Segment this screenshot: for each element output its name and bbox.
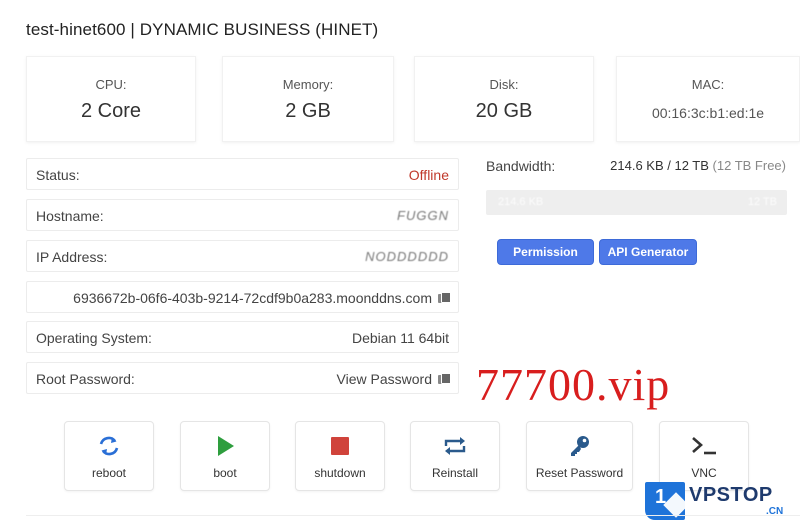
ip-label: IP Address: <box>36 249 108 265</box>
key-icon <box>527 434 632 458</box>
domain-row: 6936672b-06f6-403b-9214-72cdf9b0a283.moo… <box>26 281 459 313</box>
reinstall-label: Reinstall <box>431 466 479 480</box>
section-divider <box>26 515 800 523</box>
boot-button[interactable]: boot <box>180 421 270 491</box>
os-row: Operating System: Debian 11 64bit <box>26 321 459 353</box>
cpu-card: CPU: 2 Core <box>26 56 196 142</box>
status-row: Status: Offline <box>26 158 459 190</box>
status-label: Status: <box>36 167 80 183</box>
domain-value: 6936672b-06f6-403b-9214-72cdf9b0a283.moo… <box>73 290 451 306</box>
logo-text: VPSTOP <box>689 484 773 506</box>
reinstall-button[interactable]: Reinstall <box>410 421 500 491</box>
copy-icon[interactable] <box>438 292 451 304</box>
ip-row: IP Address: NODDDDDD <box>26 240 459 272</box>
bandwidth-bar-used: 214.6 KB <box>498 196 544 208</box>
os-value: Debian 11 64bit <box>351 330 449 346</box>
play-icon <box>181 434 269 458</box>
hostname-label: Hostname: <box>36 208 104 224</box>
mac-label: MAC: <box>691 77 725 92</box>
mac-card: MAC: 00:16:3c:b1:ed:1e <box>616 56 800 142</box>
root-password-row: Root Password: View Password <box>26 362 459 394</box>
reboot-icon <box>65 434 153 458</box>
status-badge: Offline <box>408 167 449 183</box>
page-title: test-hinet600 | DYNAMIC BUSINESS (HINET) <box>26 20 379 39</box>
watermark-text: 77700.vip <box>476 359 671 410</box>
reset-password-label: Reset Password <box>535 466 624 480</box>
boot-label: boot <box>213 466 237 480</box>
copy-icon[interactable] <box>438 373 451 385</box>
bandwidth-bar: 214.6 KB 12 TB <box>486 190 787 215</box>
memory-value: 2 GB <box>285 100 331 122</box>
shutdown-button[interactable]: shutdown <box>295 421 385 491</box>
api-generator-button[interactable]: API Generator <box>599 239 697 265</box>
disk-value: 20 GB <box>475 100 533 122</box>
shutdown-label: shutdown <box>314 466 366 480</box>
reset-password-button[interactable]: Reset Password <box>526 421 633 491</box>
bandwidth-used: 214.6 KB / 12 TB <box>610 158 709 173</box>
os-label: Operating System: <box>36 330 152 346</box>
permission-button[interactable]: Permission <box>497 239 594 265</box>
view-password-link[interactable]: View Password <box>337 371 451 387</box>
hostname-value: FUGGN <box>397 208 449 223</box>
domain-text: 6936672b-06f6-403b-9214-72cdf9b0a283.moo… <box>73 290 432 306</box>
reinstall-icon <box>411 434 499 458</box>
reboot-label: reboot <box>91 466 127 480</box>
bandwidth-value: 214.6 KB / 12 TB (12 TB Free) <box>610 158 786 173</box>
terminal-icon <box>660 434 748 458</box>
view-password-text[interactable]: View Password <box>337 371 432 387</box>
disk-label: Disk: <box>489 77 519 92</box>
bandwidth-label: Bandwidth: <box>486 158 556 174</box>
memory-label: Memory: <box>282 77 334 92</box>
stop-icon <box>296 434 384 458</box>
cpu-value: 2 Core <box>80 100 142 122</box>
hostname-row: Hostname: FUGGN <box>26 199 459 231</box>
ip-value: NODDDDDD <box>365 249 449 264</box>
vnc-label: VNC <box>691 466 717 480</box>
root-password-label: Root Password: <box>36 371 135 387</box>
memory-card: Memory: 2 GB <box>222 56 394 142</box>
stats-panel: CPU: 2 Core Memory: 2 GB Disk: 20 GB MAC… <box>26 56 800 142</box>
bandwidth-free: (12 TB Free) <box>712 158 786 173</box>
disk-card: Disk: 20 GB <box>414 56 594 142</box>
cpu-label: CPU: <box>95 77 127 92</box>
mac-value: 00:16:3c:b1:ed:1e <box>651 105 765 121</box>
bandwidth-bar-total: 12 TB <box>747 196 777 208</box>
reboot-button[interactable]: reboot <box>64 421 154 491</box>
